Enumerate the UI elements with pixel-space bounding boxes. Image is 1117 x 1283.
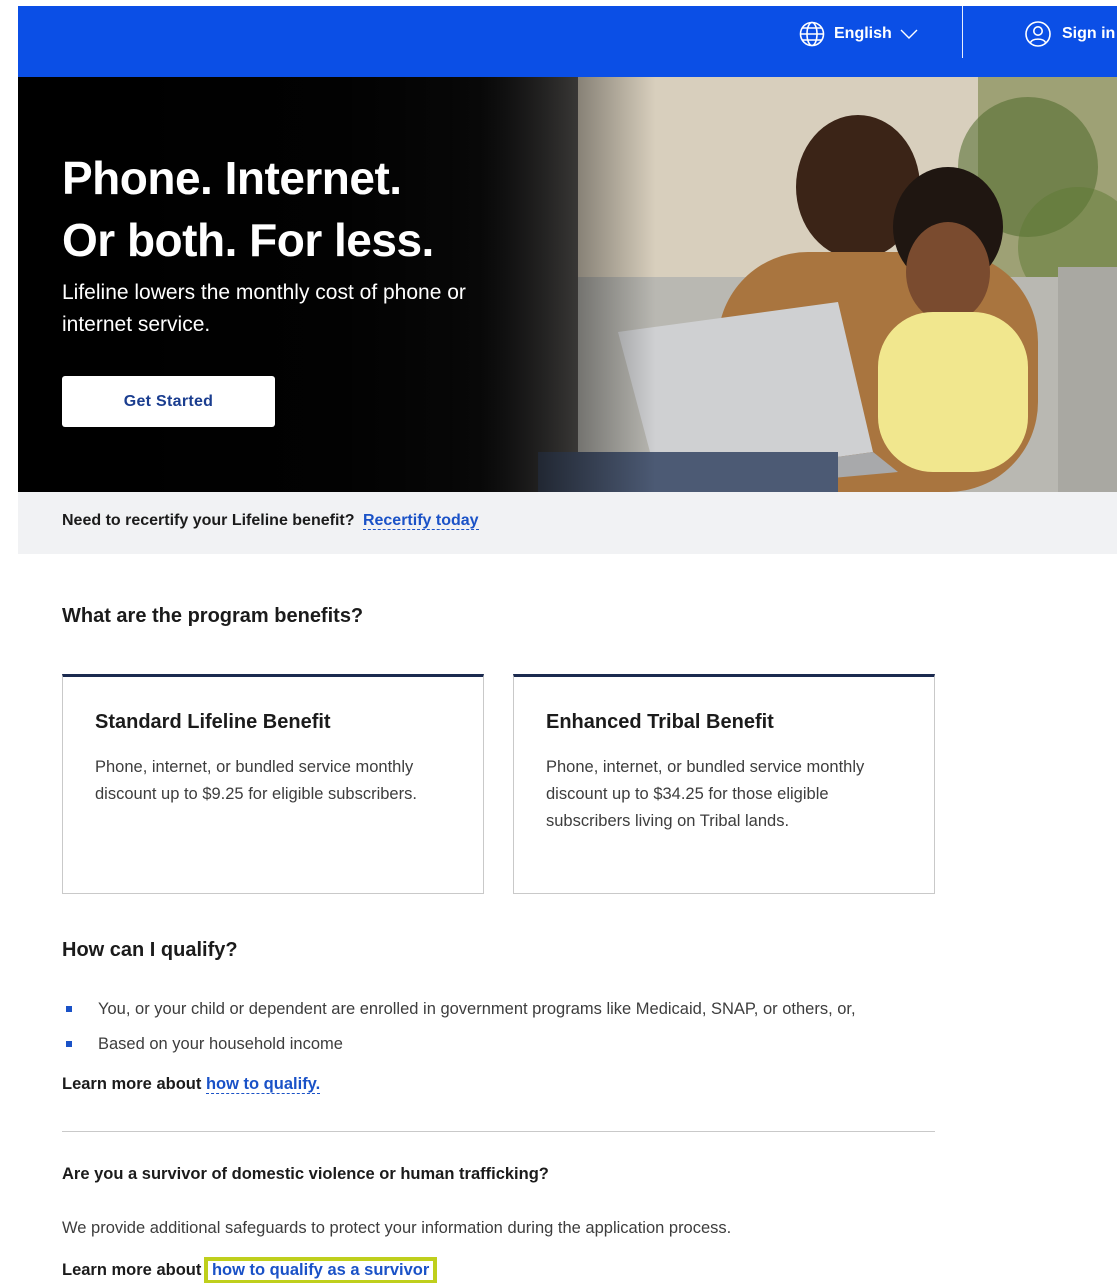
- how-to-qualify-link[interactable]: how to qualify.: [205, 1075, 321, 1094]
- section-divider: [62, 1131, 935, 1132]
- recertify-today-link[interactable]: Recertify today: [362, 512, 479, 530]
- learn-more-survivor: Learn more about how to qualify as a sur…: [62, 1257, 438, 1283]
- globe-icon: [799, 21, 825, 47]
- benefits-heading: What are the program benefits?: [62, 605, 364, 627]
- hero-title-line-2: Or both. For less.: [62, 214, 434, 266]
- recertify-question: Need to recertify your Lifeline benefit?: [62, 512, 355, 529]
- sign-in-button[interactable]: Sign in: [1024, 16, 1115, 52]
- language-selector[interactable]: English: [798, 16, 918, 52]
- language-label: English: [834, 25, 892, 42]
- standard-lifeline-card: Standard Lifeline Benefit Phone, interne…: [62, 674, 484, 894]
- card-body: Phone, internet, or bundled service mont…: [95, 758, 417, 803]
- user-circle-icon: [1025, 21, 1051, 47]
- list-item-text: Based on your household income: [98, 1035, 343, 1053]
- hero-banner: Phone. Internet. Or both. For less. Life…: [18, 77, 1117, 492]
- recertify-banner: Need to recertify your Lifeline benefit?…: [18, 492, 1117, 554]
- survivor-body: We provide additional safeguards to prot…: [62, 1219, 732, 1237]
- qualify-heading: How can I qualify?: [62, 939, 238, 961]
- header-divider: [962, 6, 963, 58]
- learn-more-qualify: Learn more about how to qualify.: [62, 1075, 321, 1094]
- get-started-button[interactable]: Get Started: [62, 376, 275, 427]
- hero-title-line-1: Phone. Internet.: [62, 152, 402, 204]
- recertify-text: Need to recertify your Lifeline benefit?…: [62, 512, 479, 530]
- list-item: You, or your child or dependent are enro…: [62, 996, 856, 1031]
- survivor-heading: Are you a survivor of domestic violence …: [62, 1165, 549, 1183]
- bullet-icon: [66, 1041, 72, 1047]
- hero-title: Phone. Internet. Or both. For less.: [62, 147, 434, 271]
- how-to-qualify-survivor-link[interactable]: how to qualify as a survivor: [203, 1257, 438, 1283]
- qualify-list: You, or your child or dependent are enro…: [62, 996, 856, 1066]
- list-item: Based on your household income: [62, 1031, 856, 1066]
- card-title: Enhanced Tribal Benefit: [546, 711, 774, 733]
- list-item-text: You, or your child or dependent are enro…: [98, 1000, 856, 1018]
- bullet-icon: [66, 1006, 72, 1012]
- top-header-bar: English Sign in: [18, 6, 1117, 77]
- enhanced-tribal-card: Enhanced Tribal Benefit Phone, internet,…: [513, 674, 935, 894]
- sign-in-label: Sign in: [1062, 25, 1116, 42]
- card-title: Standard Lifeline Benefit: [95, 711, 331, 733]
- chevron-down-icon: [900, 29, 918, 39]
- hero-subtitle: Lifeline lowers the monthly cost of phon…: [62, 281, 466, 336]
- learn-more-prefix: Learn more about: [62, 1261, 202, 1279]
- learn-more-prefix: Learn more about: [62, 1075, 202, 1093]
- card-body: Phone, internet, or bundled service mont…: [546, 758, 865, 830]
